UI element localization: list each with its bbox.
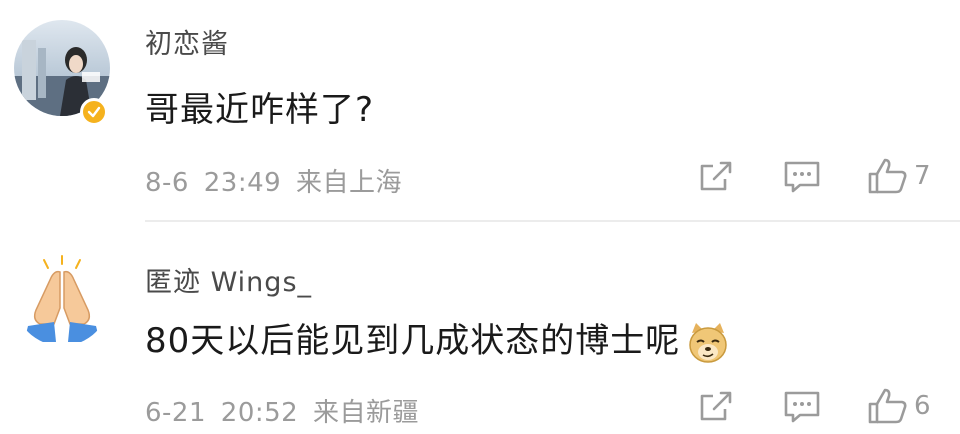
comment-button[interactable] <box>782 158 822 196</box>
timestamp: 8-6 23:49 <box>145 168 282 198</box>
share-button[interactable] <box>697 158 735 196</box>
verified-badge-icon <box>80 98 108 126</box>
comment-text: 哥最近咋样了? <box>145 90 375 130</box>
folded-hands-emoji <box>14 250 110 346</box>
like-icon <box>868 158 907 194</box>
comment-item: 匿迹 Wings_ 80天以后能见到几成状态的博士呢 6-21 20:52 来自… <box>0 217 960 434</box>
share-button[interactable] <box>697 388 735 426</box>
location: 来自新疆 <box>312 398 419 428</box>
comment-text-content: 80天以后能见到几成状态的博士呢 <box>145 321 681 361</box>
comment-item: 初恋酱 哥最近咋样了? 8-6 23:49 来自上海 7 <box>0 0 960 222</box>
avatar[interactable] <box>14 250 110 346</box>
like-icon <box>868 388 907 424</box>
comment-button[interactable] <box>782 388 822 426</box>
like-button[interactable]: 6 <box>866 386 931 426</box>
comment-icon <box>784 161 820 193</box>
doge-emoji <box>686 321 730 365</box>
comment-meta: 6-21 20:52 来自新疆 <box>145 392 419 429</box>
like-button[interactable]: 7 <box>866 156 931 196</box>
comment-icon <box>784 391 820 423</box>
timestamp: 6-21 20:52 <box>145 398 299 428</box>
username[interactable]: 初恋酱 <box>145 22 229 61</box>
comment-meta: 8-6 23:49 来自上海 <box>145 162 402 199</box>
share-icon <box>700 391 732 421</box>
location: 来自上海 <box>295 168 402 198</box>
share-icon <box>700 161 732 191</box>
like-count: 6 <box>914 391 931 421</box>
username[interactable]: 匿迹 Wings_ <box>145 260 312 299</box>
like-count: 7 <box>914 161 931 191</box>
comment-text: 80天以后能见到几成状态的博士呢 <box>145 313 730 365</box>
